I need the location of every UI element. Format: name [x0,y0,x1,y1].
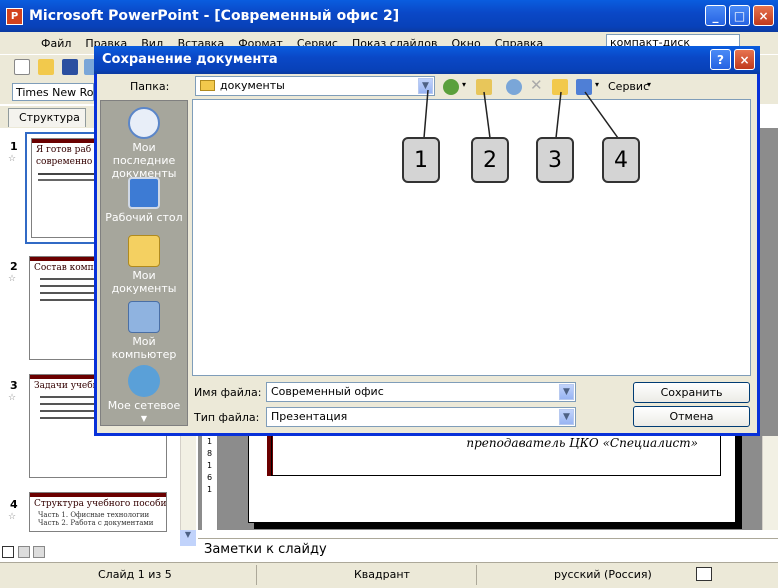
callout-lines [423,89,619,139]
callout-2: 2 [471,137,509,183]
callout-4: 4 [602,137,640,183]
callout-3: 3 [536,137,574,183]
callout-1: 1 [402,137,440,183]
